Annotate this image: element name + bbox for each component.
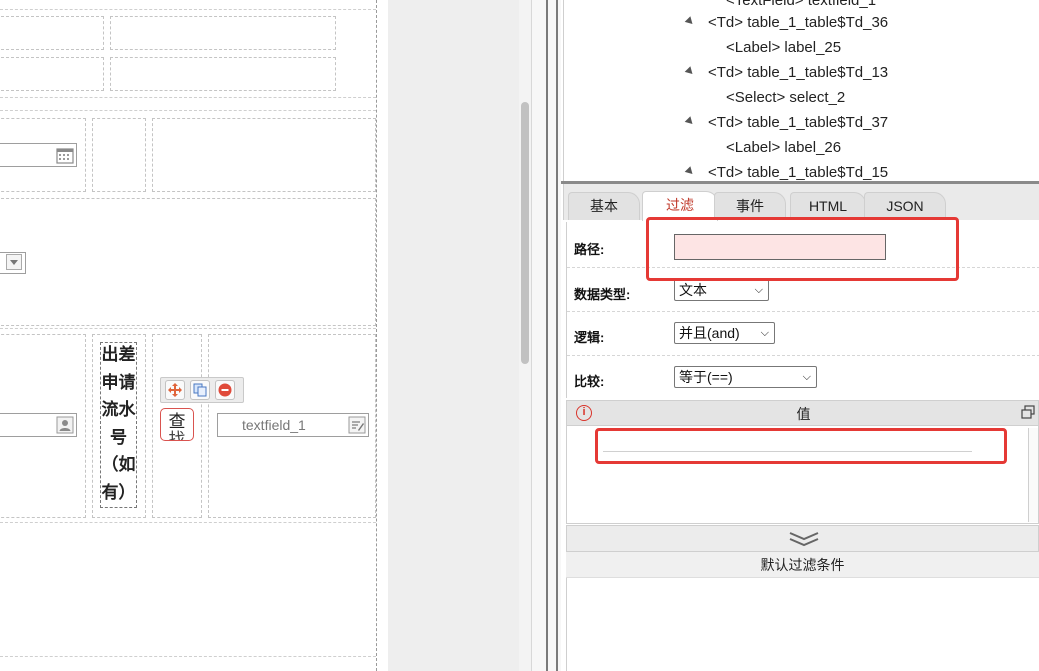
grid-line bbox=[0, 9, 376, 10]
compare-row: 比较: 等于(==) ⌵ bbox=[567, 356, 1039, 398]
grid-cell[interactable] bbox=[152, 118, 376, 192]
tree-node[interactable]: <Select> select_2 bbox=[726, 88, 845, 108]
tab-json[interactable]: JSON bbox=[864, 192, 946, 220]
default-filter-header: 默认过滤条件 bbox=[566, 552, 1039, 578]
tab-html[interactable]: HTML bbox=[790, 192, 866, 220]
dropdown-arrow-icon[interactable] bbox=[5, 254, 23, 272]
search-button-label: 查 bbox=[168, 412, 186, 431]
component-tree[interactable]: <TextField> textfield_1 <Td> table_1_tab… bbox=[563, 0, 1039, 182]
datatype-label: 数据类型: bbox=[574, 287, 631, 302]
grid-cell[interactable] bbox=[0, 16, 104, 50]
compare-select-value: 等于(==) bbox=[679, 369, 733, 385]
chevron-down-icon: ⌵ bbox=[754, 284, 763, 296]
tree-node[interactable]: <Label> label_25 bbox=[726, 38, 841, 58]
search-button-label-overflow: 找 bbox=[168, 430, 186, 441]
default-filter-panel[interactable] bbox=[566, 578, 1039, 671]
remove-icon bbox=[218, 383, 232, 397]
tree-node[interactable]: <TextField> textfield_1 bbox=[726, 0, 876, 11]
restore-window-icon[interactable] bbox=[1021, 405, 1035, 422]
user-icon[interactable] bbox=[56, 416, 74, 434]
tree-node[interactable]: <Label> label_26 bbox=[726, 138, 841, 158]
move-icon bbox=[168, 383, 182, 397]
logic-label: 逻辑: bbox=[574, 330, 605, 345]
grid-line bbox=[0, 328, 376, 329]
grid-cell[interactable] bbox=[92, 118, 146, 192]
serial-number-label: 出差 申请 流水 号 （如 有） bbox=[101, 345, 136, 503]
path-label: 路径: bbox=[574, 242, 605, 257]
datatype-select[interactable]: 文本 ⌵ bbox=[674, 279, 769, 301]
grid-cell[interactable] bbox=[0, 57, 104, 91]
move-button[interactable] bbox=[165, 380, 185, 400]
compare-select[interactable]: 等于(==) ⌵ bbox=[674, 366, 817, 388]
panel-splitter[interactable] bbox=[531, 0, 561, 671]
grid-line bbox=[0, 522, 376, 523]
logic-select[interactable]: 并且(and) ⌵ bbox=[674, 322, 775, 344]
tab-events[interactable]: 事件 bbox=[714, 192, 786, 220]
value-section-header: i 值 bbox=[566, 400, 1039, 426]
datatype-select-value: 文本 bbox=[679, 282, 707, 298]
expand-triangle-icon[interactable] bbox=[684, 116, 696, 127]
grid-cell[interactable] bbox=[110, 16, 336, 50]
canvas-border bbox=[376, 0, 377, 671]
edit-text-icon[interactable] bbox=[348, 416, 366, 434]
canvas-gutter bbox=[388, 0, 531, 671]
expand-triangle-icon[interactable] bbox=[684, 66, 696, 77]
value-editor-scrollbar[interactable] bbox=[1028, 428, 1038, 522]
grid-cell[interactable] bbox=[110, 57, 336, 91]
copy-button[interactable] bbox=[190, 380, 210, 400]
double-chevron-down-icon bbox=[789, 532, 819, 547]
tree-node[interactable]: <Td> table_1_table$Td_37 bbox=[708, 113, 888, 133]
logic-select-value: 并且(and) bbox=[679, 325, 740, 341]
expand-triangle-icon[interactable] bbox=[684, 16, 696, 27]
tree-node[interactable]: <Td> table_1_table$Td_13 bbox=[708, 63, 888, 83]
design-canvas[interactable]: 出差 申请 流水 号 （如 有） 查 找 textfield_1 bbox=[0, 0, 388, 671]
textfield-1-label: textfield_1 bbox=[242, 417, 306, 433]
tree-node[interactable]: <Td> table_1_table$Td_36 bbox=[708, 13, 888, 33]
compare-label: 比较: bbox=[574, 374, 605, 389]
tree-node[interactable]: <Td> table_1_table$Td_15 bbox=[708, 163, 888, 182]
textfield-1[interactable]: textfield_1 bbox=[217, 413, 369, 437]
date-field[interactable] bbox=[0, 143, 77, 167]
canvas-scrollbar-thumb[interactable] bbox=[521, 102, 529, 364]
highlight-path-input bbox=[646, 217, 959, 281]
chevron-down-icon: ⌵ bbox=[802, 371, 811, 383]
grid-line bbox=[0, 97, 376, 98]
highlight-value-editor bbox=[595, 428, 1007, 464]
expand-triangle-icon[interactable] bbox=[684, 166, 696, 177]
tab-basic[interactable]: 基本 bbox=[568, 192, 640, 220]
delete-button[interactable] bbox=[215, 380, 235, 400]
grid-line bbox=[0, 110, 376, 111]
property-tabs: 基本 过滤 事件 HTML JSON bbox=[563, 184, 1039, 221]
expander-bar[interactable] bbox=[566, 525, 1039, 552]
component-toolbar bbox=[160, 377, 244, 403]
select-field[interactable] bbox=[0, 252, 26, 274]
user-picker-field[interactable] bbox=[0, 413, 77, 437]
splitter-line bbox=[546, 0, 548, 671]
calendar-icon[interactable] bbox=[56, 146, 74, 164]
splitter-line bbox=[556, 0, 558, 671]
grid-cell[interactable] bbox=[0, 198, 376, 326]
grid-line bbox=[0, 656, 376, 657]
chevron-down-icon: ⌵ bbox=[760, 327, 769, 339]
logic-row: 逻辑: 并且(and) ⌵ bbox=[567, 312, 1039, 356]
value-section-title: 值 bbox=[796, 406, 811, 422]
search-button[interactable]: 查 找 bbox=[160, 408, 194, 441]
copy-icon bbox=[193, 383, 207, 397]
